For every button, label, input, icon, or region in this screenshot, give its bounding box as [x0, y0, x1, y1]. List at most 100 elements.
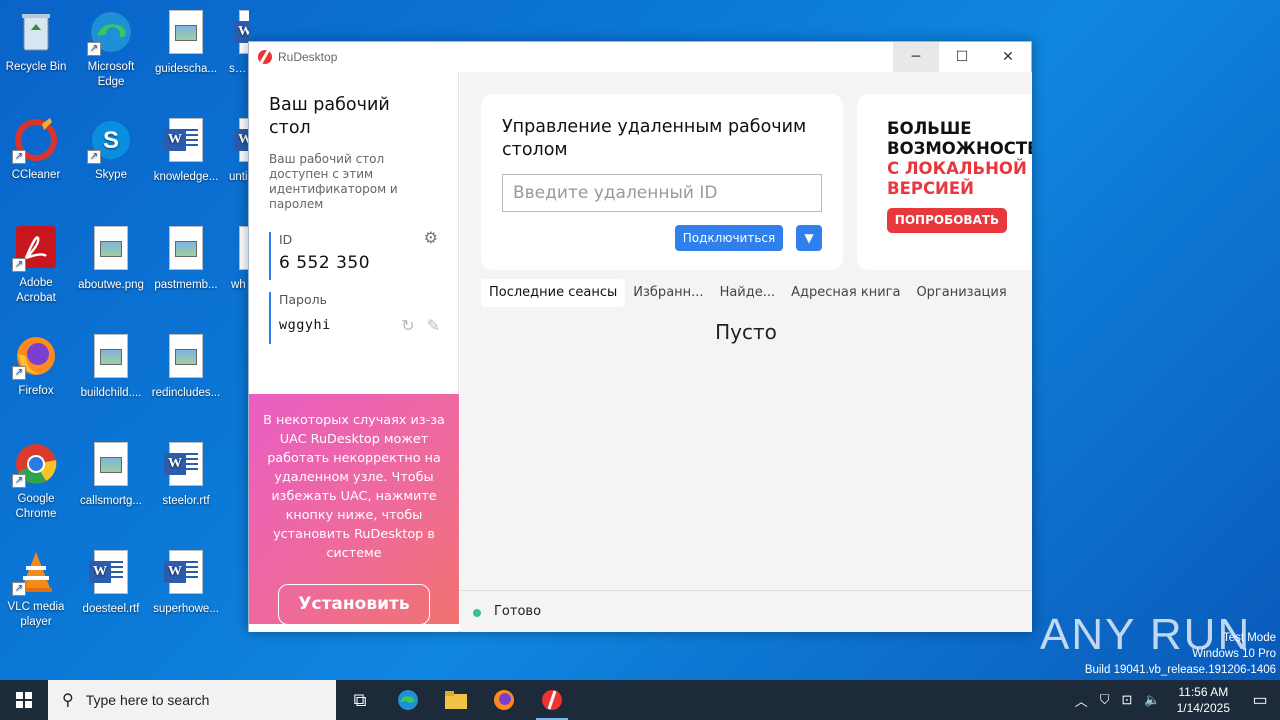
refresh-password-icon[interactable]: ↻	[401, 316, 414, 335]
tab-discovered[interactable]: Найде...	[712, 279, 784, 307]
word-file-icon: W	[162, 550, 210, 598]
taskbar-edge[interactable]	[384, 680, 432, 720]
desktop-icon-skype[interactable]: S ↗ Skype	[75, 116, 147, 183]
desktop-icon-label: Skype	[95, 169, 127, 181]
promo-line-1: БОЛЬШЕ	[887, 119, 972, 138]
password-label: Пароль	[279, 292, 327, 307]
image-file-icon	[162, 334, 210, 382]
sessions-tabs: Последние сеансы Избранн... Найде... Адр…	[481, 279, 1015, 307]
id-section: ID 6 552 350 ⚙	[269, 228, 458, 280]
close-button[interactable]: ✕	[985, 42, 1031, 72]
desktop-icon-buildchild[interactable]: buildchild....	[75, 332, 147, 401]
desktop-icon-guidescha[interactable]: guidescha...	[150, 8, 222, 77]
desktop-icon-ccleaner[interactable]: ↗ CCleaner	[0, 116, 72, 183]
connect-options-button[interactable]: ▼	[796, 225, 822, 251]
acrobat-icon: ↗	[12, 224, 60, 272]
desktop-icon-steelor[interactable]: W steelor.rtf	[150, 440, 222, 509]
windows-logo-icon	[16, 692, 32, 708]
maximize-button[interactable]: ☐	[939, 42, 985, 72]
system-tray: ︿ ⛉ ⊡ 🔈 11:56 AM 1/14/2025 ▭	[1069, 680, 1280, 720]
shortcut-arrow-icon: ↗	[87, 150, 101, 164]
edit-password-icon[interactable]: ✎	[427, 316, 440, 335]
local-desktop-heading: Ваш рабочий стол	[269, 95, 390, 138]
desktop-icon-label: unti	[229, 171, 248, 183]
skype-icon: S ↗	[87, 116, 135, 164]
desktop-icon-pastmemb[interactable]: pastmemb...	[150, 224, 222, 293]
promo-line-4: ВЕРСИЕЙ	[887, 179, 974, 198]
shortcut-arrow-icon: ↗	[12, 582, 26, 596]
task-view-icon: ⧉	[353, 689, 367, 711]
try-button[interactable]: ПОПРОБОВАТЬ	[887, 208, 1007, 233]
word-file-icon: W	[162, 118, 210, 166]
desktop-icon-chrome[interactable]: ↗ Google Chrome	[0, 440, 72, 522]
desktop-icon-firefox[interactable]: ↗ Firefox	[0, 332, 72, 399]
taskbar-rudesktop[interactable]	[528, 680, 576, 720]
notification-icon[interactable]: ▭	[1240, 690, 1280, 710]
desktop-icon-recycle-bin[interactable]: Recycle Bin	[0, 8, 72, 75]
search-placeholder: Type here to search	[85, 692, 210, 708]
tab-organization[interactable]: Организация	[908, 279, 1014, 307]
shortcut-arrow-icon: ↗	[87, 42, 101, 56]
window-title: RuDesktop	[278, 50, 338, 64]
tab-address-book[interactable]: Адресная книга	[783, 279, 908, 307]
desktop-icon-aboutwe[interactable]: aboutwe.png	[75, 224, 147, 293]
chevron-up-icon[interactable]: ︿	[1069, 691, 1094, 710]
tab-recent-sessions[interactable]: Последние сеансы	[481, 279, 626, 307]
desktop-icon-superhowe[interactable]: W superhowe...	[150, 548, 222, 617]
uac-warning-panel: В некоторых случаях из-за UAC RuDesktop …	[249, 394, 459, 632]
tab-favorites[interactable]: Избранн...	[625, 279, 711, 307]
taskbar-firefox[interactable]	[480, 680, 528, 720]
desktop-icon-acrobat[interactable]: ↗ Adobe Acrobat	[0, 224, 72, 306]
chevron-down-icon: ▼	[804, 231, 814, 245]
minimize-button[interactable]: ─	[893, 42, 939, 72]
desktop-icon-syst[interactable]: W syst	[225, 8, 249, 77]
desktop-icon-label: buildchild....	[80, 387, 142, 399]
task-view-button[interactable]: ⧉	[336, 680, 384, 720]
clock-time: 11:56 AM	[1178, 685, 1229, 699]
desktop-icon-redincludes[interactable]: redincludes...	[150, 332, 222, 401]
desktop-icon-label: CCleaner	[11, 169, 61, 181]
vlc-icon: ↗	[12, 548, 60, 596]
desktop-icon-label: pastmemb...	[154, 279, 218, 291]
install-button[interactable]: Установить	[278, 584, 430, 625]
id-value[interactable]: 6 552 350	[279, 253, 458, 273]
desktop-icon-label: syst	[229, 63, 249, 75]
desktop-icon-unti[interactable]: W unti	[225, 116, 249, 185]
edge-icon: ↗	[87, 8, 135, 56]
uac-warning-text: В некоторых случаях из-за UAC RuDesktop …	[263, 413, 445, 561]
gear-icon[interactable]: ⚙	[424, 228, 438, 247]
shortcut-arrow-icon: ↗	[12, 150, 26, 164]
title-bar[interactable]: RuDesktop ─ ☐ ✕	[249, 42, 1031, 72]
desktop-icon-label: aboutwe.png	[78, 279, 144, 291]
word-file-icon: W	[87, 550, 135, 598]
taskbar-search[interactable]: ⚲ Type here to search	[48, 680, 336, 720]
desktop-icon-callsmortg[interactable]: callsmortg...	[75, 440, 147, 509]
volume-icon[interactable]: 🔈	[1138, 692, 1166, 708]
firefox-icon	[494, 690, 514, 710]
desktop-icon-edge[interactable]: ↗ Microsoft Edge	[75, 8, 147, 90]
chrome-icon: ↗	[12, 440, 60, 488]
remote-id-input[interactable]: Введите удаленный ID	[502, 174, 822, 212]
network-icon[interactable]: ⊡	[1116, 692, 1139, 708]
desktop-icon-doesteel[interactable]: W doesteel.rtf	[75, 548, 147, 617]
clock-date: 1/14/2025	[1176, 701, 1230, 715]
local-desktop-description: Ваш рабочий стол доступен с этим идентиф…	[269, 152, 398, 211]
windows-build-info: Test Mode Windows 10 Pro Build 19041.vb_…	[1085, 630, 1276, 678]
desktop-icon-label: Google Chrome	[15, 493, 57, 520]
desktop-icon-vlc[interactable]: ↗ VLC media player	[0, 548, 72, 630]
shield-icon[interactable]: ⛉	[1094, 692, 1116, 708]
desktop-icon-knowledge[interactable]: W knowledge...	[150, 116, 222, 185]
connect-button[interactable]: Подключиться	[675, 225, 783, 251]
desktop-icon-wh[interactable]: wh	[225, 224, 249, 293]
image-file-icon	[87, 226, 135, 274]
ccleaner-icon: ↗	[12, 116, 60, 164]
start-button[interactable]	[0, 680, 48, 720]
desktop-icon-label: Firefox	[18, 385, 54, 397]
promo-banner[interactable]: БОЛЬШЕ ВОЗМОЖНОСТЕЙ С ЛОКАЛЬНОЙ ВЕРСИЕЙ …	[857, 94, 1032, 270]
clock[interactable]: 11:56 AM 1/14/2025	[1167, 684, 1240, 716]
taskbar-file-explorer[interactable]	[432, 680, 480, 720]
empty-state-text: Пусто	[715, 320, 777, 344]
status-bar: Готово	[460, 590, 1032, 632]
desktop-icon-label: steelor.rtf	[162, 495, 210, 507]
image-file-icon	[162, 10, 210, 58]
